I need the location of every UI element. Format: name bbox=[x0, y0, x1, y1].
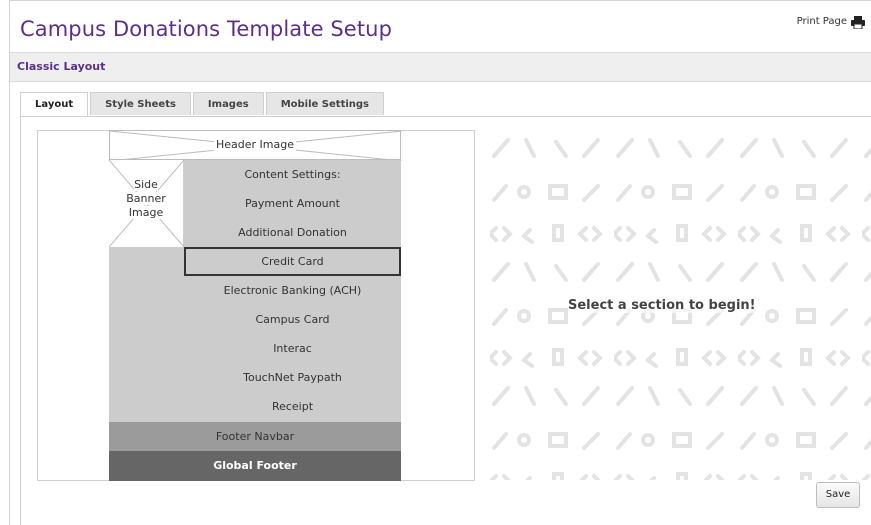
page-title: Campus Donations Template Setup bbox=[20, 17, 393, 41]
select-section-message: Select a section to begin! bbox=[568, 298, 756, 313]
section-title: Classic Layout bbox=[17, 60, 106, 73]
global-footer-section[interactable]: Global Footer bbox=[109, 451, 401, 481]
printer-icon[interactable] bbox=[851, 16, 865, 29]
content-settings-heading: Content Settings: bbox=[244, 168, 341, 181]
tab-bar: Layout Style Sheets Images Mobile Settin… bbox=[20, 92, 386, 117]
campus-card-section[interactable]: Campus Card bbox=[184, 305, 401, 334]
footer-navbar-section[interactable]: Footer Navbar bbox=[109, 422, 401, 451]
content-area-left-background bbox=[109, 247, 184, 422]
receipt-section[interactable]: Receipt bbox=[184, 392, 401, 421]
layout-column: Header Image Side Banner Image Content S… bbox=[109, 130, 402, 481]
additional-donation-section[interactable]: Additional Donation bbox=[184, 218, 401, 247]
tab-images[interactable]: Images bbox=[192, 92, 264, 115]
payment-amount-section[interactable]: Payment Amount bbox=[184, 189, 401, 218]
header-image-section[interactable]: Header Image bbox=[109, 130, 402, 161]
electronic-banking-section[interactable]: Electronic Banking (ACH) bbox=[184, 276, 401, 305]
header-image-label: Header Image bbox=[214, 138, 296, 151]
side-banner-label-line2: Banner bbox=[126, 192, 166, 205]
tab-layout[interactable]: Layout bbox=[20, 92, 89, 117]
tab-mobile-settings[interactable]: Mobile Settings bbox=[265, 92, 385, 115]
credit-card-section[interactable]: Credit Card bbox=[184, 247, 401, 276]
interac-section[interactable]: Interac bbox=[184, 334, 401, 363]
print-page-link[interactable]: Print Page bbox=[797, 16, 847, 27]
side-banner-label-line3: Image bbox=[128, 206, 164, 219]
touchnet-paypath-section[interactable]: TouchNet Paypath bbox=[184, 363, 401, 392]
section-header: Classic Layout bbox=[10, 52, 871, 82]
tab-style-sheets[interactable]: Style Sheets bbox=[90, 92, 191, 115]
side-banner-image-section[interactable]: Side Banner Image bbox=[109, 160, 184, 247]
side-banner-label-line1: Side bbox=[134, 178, 158, 191]
save-button[interactable]: Save bbox=[816, 482, 860, 508]
